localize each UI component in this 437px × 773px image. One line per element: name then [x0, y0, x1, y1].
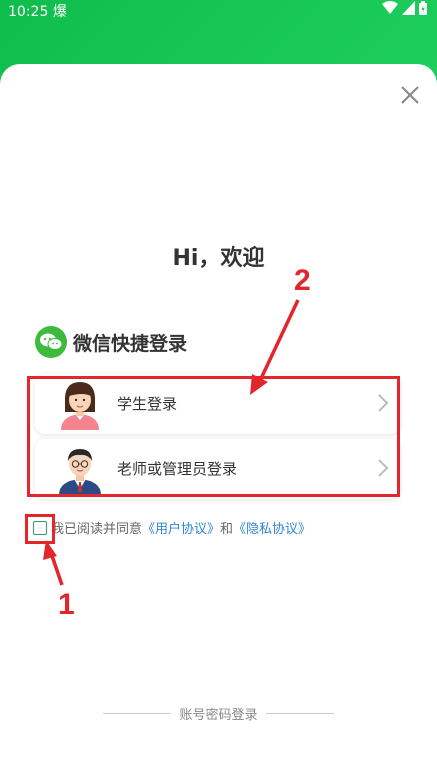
battery-icon	[419, 1, 427, 15]
student-avatar-icon	[61, 382, 99, 430]
close-icon[interactable]	[399, 84, 421, 106]
login-sheet: Hi，欢迎 微信快捷登录 学生登录 老师或管理员登录 我已阅读并同意 《用户协议…	[0, 64, 437, 773]
privacy-agreement-link[interactable]: 《隐私协议》	[233, 518, 311, 537]
agreement-row: 我已阅读并同意 《用户协议》 和 《隐私协议》	[33, 518, 311, 537]
chevron-right-icon	[378, 394, 389, 412]
status-extra-glyph: 爆	[52, 4, 67, 20]
signal-icon	[402, 1, 415, 15]
user-agreement-link[interactable]: 《用户协议》	[142, 518, 220, 537]
divider-right	[265, 713, 334, 714]
wechat-icon	[35, 326, 67, 358]
status-icons	[382, 1, 427, 15]
wechat-login-header: 微信快捷登录	[35, 326, 187, 358]
student-login-label: 学生登录	[117, 395, 178, 413]
welcome-title: Hi，欢迎	[172, 246, 265, 271]
app-screen: 10:25 爆 Hi，欢迎 微信快捷登录 学生登录 老师或管理员登录 我已阅读并…	[0, 0, 437, 773]
wechat-login-label: 微信快捷登录	[73, 332, 188, 355]
agreement-prefix: 我已阅读并同意	[51, 522, 143, 537]
wifi-icon	[382, 1, 398, 14]
password-login-link[interactable]: 账号密码登录	[179, 704, 257, 723]
teacher-admin-login-button[interactable]: 老师或管理员登录	[35, 439, 400, 499]
status-bar: 10:25 爆	[0, 0, 437, 20]
alt-login-row: 账号密码登录	[0, 704, 437, 723]
teacher-admin-login-label: 老师或管理员登录	[117, 460, 238, 478]
divider-left	[103, 713, 172, 714]
status-time-text: 10:25	[8, 4, 49, 20]
agreement-checkbox[interactable]	[33, 520, 47, 535]
student-login-button[interactable]: 学生登录	[35, 374, 400, 434]
agreement-conjunction: 和	[220, 522, 234, 537]
teacher-avatar-icon	[59, 449, 101, 495]
chevron-right-icon	[378, 459, 389, 477]
status-time: 10:25 爆	[8, 1, 67, 21]
